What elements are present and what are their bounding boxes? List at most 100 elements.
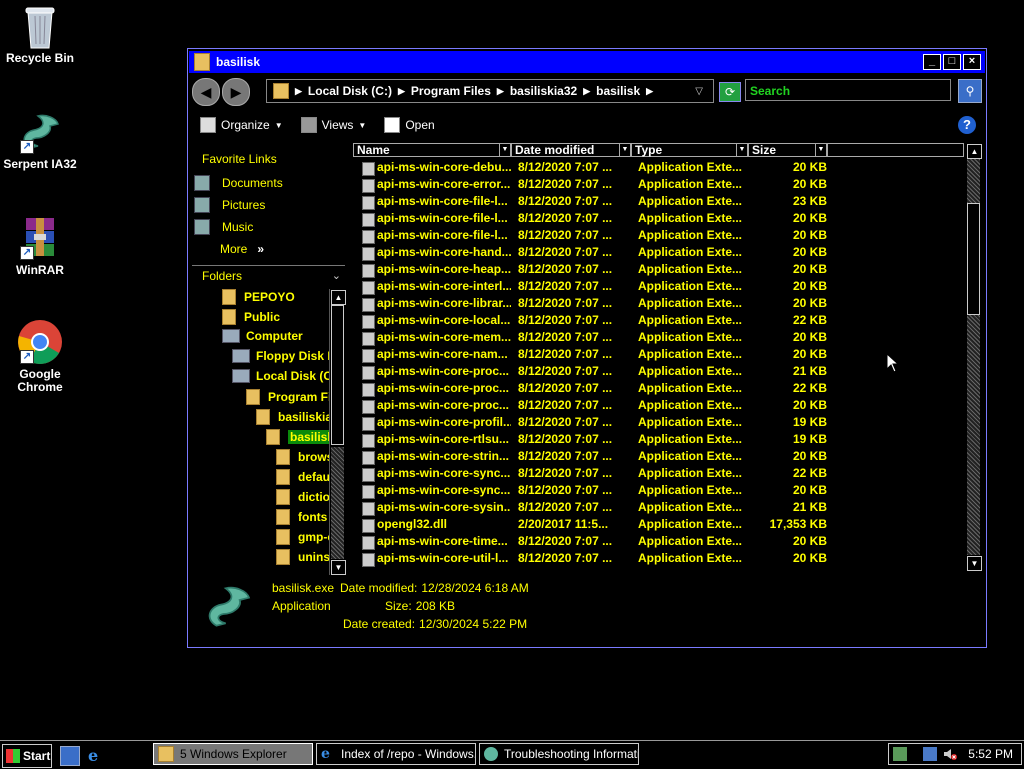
scroll-up-button[interactable]: ▲ bbox=[967, 144, 982, 159]
floppy-drive-icon bbox=[232, 349, 250, 363]
column-header-name[interactable]: Name ▼ bbox=[353, 143, 511, 157]
file-row[interactable]: api-ms-win-core-sysin... 8/12/2020 7:07 .… bbox=[353, 500, 965, 517]
forward-button[interactable]: ▶ bbox=[222, 78, 250, 106]
system-tray: 5:52 PM bbox=[888, 743, 1022, 765]
internet-explorer-icon[interactable]: e bbox=[86, 746, 104, 765]
recycle-bin-shortcut[interactable]: Recycle Bin bbox=[0, 2, 80, 65]
file-row[interactable]: api-ms-win-core-profil... 8/12/2020 7:07 … bbox=[353, 415, 965, 432]
refresh-button[interactable]: ⟳ bbox=[719, 82, 741, 102]
file-row[interactable]: api-ms-win-core-proc... 8/12/2020 7:07 ..… bbox=[353, 381, 965, 398]
tree-item-label: fonts bbox=[298, 510, 328, 524]
file-row[interactable]: api-ms-win-core-proc... 8/12/2020 7:07 ..… bbox=[353, 398, 965, 415]
file-row[interactable]: api-ms-win-core-hand... 8/12/2020 7:07 ..… bbox=[353, 245, 965, 262]
chevron-down-icon[interactable]: ▼ bbox=[499, 144, 510, 156]
column-header-date[interactable]: Date modified ▼ bbox=[511, 143, 631, 157]
file-name: api-ms-win-core-proc... bbox=[377, 381, 510, 395]
file-row[interactable]: api-ms-win-core-file-l... 8/12/2020 7:07 … bbox=[353, 194, 965, 211]
file-row[interactable]: api-ms-win-core-file-l... 8/12/2020 7:07 … bbox=[353, 211, 965, 228]
scroll-thumb[interactable] bbox=[967, 203, 980, 315]
show-desktop-icon[interactable] bbox=[60, 746, 80, 766]
tree-item-pepoyo[interactable]: PEPOYO bbox=[222, 289, 295, 305]
maximize-button[interactable]: □ bbox=[943, 54, 961, 70]
file-row[interactable]: api-ms-win-core-nam... 8/12/2020 7:07 ...… bbox=[353, 347, 965, 364]
more-links-button[interactable]: More » bbox=[220, 242, 264, 256]
file-row[interactable]: api-ms-win-core-mem... 8/12/2020 7:07 ...… bbox=[353, 330, 965, 347]
file-list-scrollbar[interactable]: ▲ ▼ bbox=[966, 143, 982, 575]
chevron-down-icon[interactable]: ▼ bbox=[619, 144, 630, 156]
file-row[interactable]: api-ms-win-core-error... 8/12/2020 7:07 .… bbox=[353, 177, 965, 194]
file-row[interactable]: api-ms-win-core-time... 8/12/2020 7:07 ..… bbox=[353, 534, 965, 551]
open-button[interactable]: Open bbox=[384, 117, 435, 133]
tree-item-browser[interactable]: brows bbox=[276, 449, 330, 465]
tree-item-basiliskia32[interactable]: basiliskia bbox=[256, 409, 330, 425]
winrar-shortcut[interactable]: ↗ WinRAR bbox=[0, 214, 80, 277]
scroll-down-button[interactable]: ▼ bbox=[331, 560, 346, 575]
task-windows-explorer[interactable]: 5 Windows Explorer bbox=[153, 743, 313, 765]
task-troubleshooting[interactable]: Troubleshooting Informati... bbox=[479, 743, 639, 765]
file-row[interactable]: api-ms-win-core-debu... 8/12/2020 7:07 ..… bbox=[353, 160, 965, 177]
safely-remove-hardware-icon[interactable] bbox=[893, 747, 907, 761]
file-row[interactable]: api-ms-win-core-librar... 8/12/2020 7:07 … bbox=[353, 296, 965, 313]
task-index-of-repo[interactable]: e Index of /repo - Windows... bbox=[316, 743, 476, 765]
tree-scrollbar[interactable]: ▲ ▼ bbox=[329, 289, 346, 575]
tree-item-uninstall[interactable]: uninst bbox=[276, 549, 330, 565]
views-button[interactable]: Views ▼ bbox=[300, 117, 366, 133]
start-button[interactable]: Start bbox=[2, 744, 52, 768]
scroll-down-button[interactable]: ▼ bbox=[967, 556, 982, 571]
chevron-down-icon[interactable]: ▼ bbox=[736, 144, 747, 156]
tree-item-public[interactable]: Public bbox=[222, 309, 280, 325]
favorite-link-documents[interactable]: Documents bbox=[194, 175, 283, 191]
column-header-type[interactable]: Type ▼ bbox=[631, 143, 748, 157]
file-row[interactable]: opengl32.dll 2/20/2017 11:5... Application… bbox=[353, 517, 965, 534]
scroll-thumb[interactable] bbox=[331, 305, 344, 445]
file-row[interactable]: api-ms-win-core-rtlsu... 8/12/2020 7:07 .… bbox=[353, 432, 965, 449]
file-row[interactable]: api-ms-win-core-interl... 8/12/2020 7:07 … bbox=[353, 279, 965, 296]
column-header-size[interactable]: Size ▼ bbox=[748, 143, 827, 157]
serpent-shortcut[interactable]: ↗ Serpent IA32 bbox=[0, 108, 80, 171]
help-icon[interactable]: ? bbox=[958, 116, 976, 134]
favorite-link-music[interactable]: Music bbox=[194, 219, 253, 235]
close-button[interactable]: × bbox=[963, 54, 981, 70]
minimize-button[interactable]: _ bbox=[923, 54, 941, 70]
breadcrumb-item-basilisk[interactable]: basilisk bbox=[596, 84, 640, 98]
breadcrumb-item-local-disk[interactable]: Local Disk (C:) bbox=[308, 84, 392, 98]
chevron-down-icon[interactable]: ▼ bbox=[815, 144, 826, 156]
file-row[interactable]: api-ms-win-core-proc... 8/12/2020 7:07 ..… bbox=[353, 364, 965, 381]
tree-item-floppy[interactable]: Floppy Disk D bbox=[232, 349, 330, 363]
scroll-track[interactable] bbox=[331, 447, 344, 559]
folders-header[interactable]: Folders ⌄ bbox=[192, 265, 345, 285]
tree-item-fonts[interactable]: fonts bbox=[276, 509, 327, 525]
file-row[interactable]: api-ms-win-core-local... 8/12/2020 7:07 .… bbox=[353, 313, 965, 330]
tree-item-computer[interactable]: Computer bbox=[222, 329, 303, 343]
search-button[interactable]: ⚲ bbox=[958, 79, 982, 103]
scroll-track[interactable] bbox=[967, 159, 980, 203]
organize-button[interactable]: Organize ▼ bbox=[200, 117, 283, 133]
volume-muted-icon[interactable] bbox=[943, 747, 957, 761]
chrome-shortcut[interactable]: ↗ Google Chrome bbox=[0, 318, 80, 394]
file-row[interactable]: api-ms-win-core-file-l... 8/12/2020 7:07 … bbox=[353, 228, 965, 245]
scroll-track[interactable] bbox=[967, 315, 980, 555]
back-button[interactable]: ◀ bbox=[192, 78, 220, 106]
tree-item-dictionaries[interactable]: diction bbox=[276, 489, 330, 505]
favorite-link-pictures[interactable]: Pictures bbox=[194, 197, 265, 213]
search-input[interactable]: Search bbox=[745, 79, 951, 101]
tree-item-gmp[interactable]: gmp-c bbox=[276, 529, 330, 545]
file-row[interactable]: api-ms-win-core-sync... 8/12/2020 7:07 ..… bbox=[353, 483, 965, 500]
network-icon[interactable] bbox=[923, 747, 937, 761]
start-label: Start bbox=[23, 749, 51, 763]
breadcrumb-item-basiliskia32[interactable]: basiliskia32 bbox=[510, 84, 577, 98]
file-row[interactable]: api-ms-win-core-heap... 8/12/2020 7:07 ..… bbox=[353, 262, 965, 279]
tree-item-defaults[interactable]: defau bbox=[276, 469, 330, 485]
clock[interactable]: 5:52 PM bbox=[968, 747, 1013, 761]
title-bar[interactable]: basilisk _ □ × bbox=[189, 51, 985, 73]
file-row[interactable]: api-ms-win-core-strin... 8/12/2020 7:07 .… bbox=[353, 449, 965, 466]
address-dropdown-icon[interactable]: ▽ bbox=[695, 86, 703, 97]
file-row[interactable]: api-ms-win-core-util-l... 8/12/2020 7:07 … bbox=[353, 551, 965, 568]
breadcrumb[interactable]: ▶ Local Disk (C:) ▶ Program Files ▶ basi… bbox=[266, 79, 714, 103]
tree-item-local-disk[interactable]: Local Disk (C bbox=[232, 369, 330, 383]
breadcrumb-item-program-files[interactable]: Program Files bbox=[411, 84, 491, 98]
file-row[interactable]: api-ms-win-core-sync... 8/12/2020 7:07 ..… bbox=[353, 466, 965, 483]
scroll-up-button[interactable]: ▲ bbox=[331, 290, 346, 305]
tree-item-program-files[interactable]: Program Fil bbox=[246, 389, 330, 405]
tree-item-basilisk[interactable]: basilisk bbox=[266, 429, 330, 445]
